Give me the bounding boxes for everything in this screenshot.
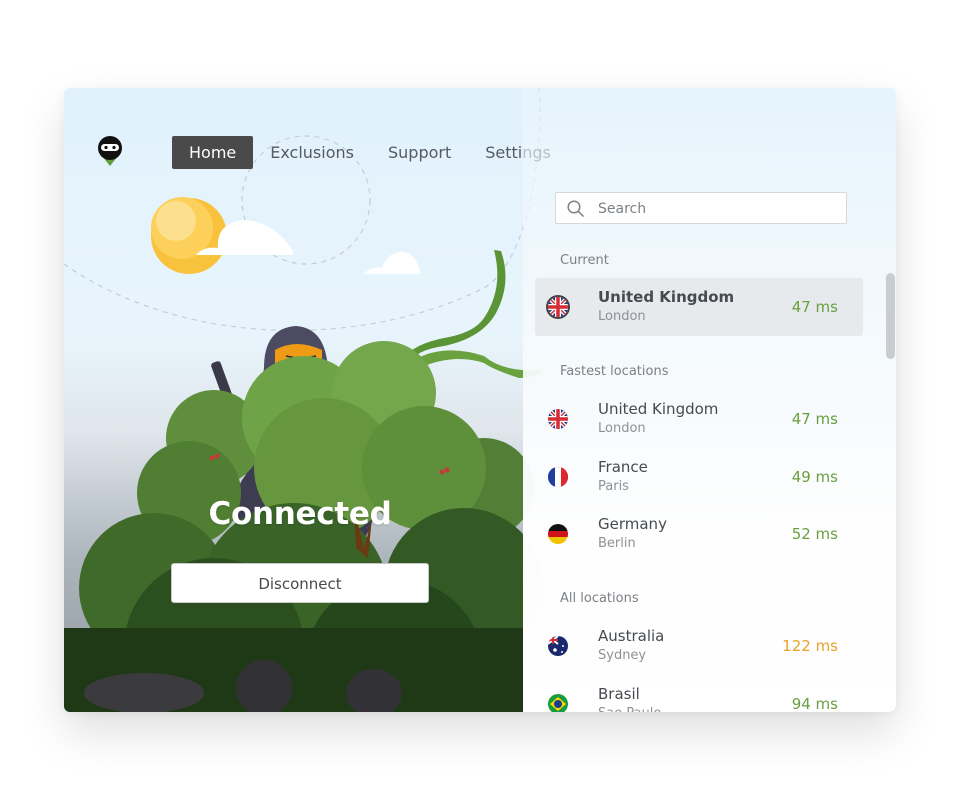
disconnect-button[interactable]: Disconnect: [171, 563, 429, 603]
tab-home[interactable]: Home: [172, 136, 254, 169]
cloud-icon: [196, 220, 421, 274]
uk-flag-icon: [548, 409, 568, 429]
tab-exclusions[interactable]: Exclusions: [253, 136, 371, 169]
nav-tabs: Home Exclusions Support Settings: [172, 136, 568, 169]
australia-flag-icon: [548, 636, 568, 656]
location-item[interactable]: Germany Berlin 52 ms: [535, 505, 863, 563]
search-input[interactable]: [596, 193, 840, 225]
location-country: Germany: [598, 515, 667, 533]
location-item[interactable]: Brasil Sao Paulo 94 ms: [535, 675, 863, 712]
location-item[interactable]: France Paris 49 ms: [535, 448, 863, 506]
location-panel: Current United Kingdom London 47 ms Fast…: [523, 88, 896, 712]
location-ping: 94 ms: [791, 695, 838, 712]
vpn-app-window: Home Exclusions Support Settings Connect…: [64, 88, 896, 712]
brazil-flag-icon: [548, 694, 568, 712]
location-country: Brasil: [598, 685, 640, 703]
location-item[interactable]: Australia Sydney 122 ms: [535, 617, 863, 675]
connection-status: Connected: [208, 496, 392, 532]
search-icon: [567, 200, 585, 218]
vine: [404, 250, 506, 363]
location-list-scrollbar[interactable]: [886, 273, 895, 359]
top-navigation: Home Exclusions Support Settings: [64, 88, 584, 188]
search-box[interactable]: [555, 192, 847, 225]
location-ping: 49 ms: [791, 468, 838, 486]
france-flag-icon: [548, 467, 568, 487]
location-ping: 47 ms: [791, 410, 838, 428]
location-country: Australia: [598, 627, 665, 645]
tab-support[interactable]: Support: [371, 136, 468, 169]
location-ping: 122 ms: [782, 637, 838, 655]
location-item[interactable]: United Kingdom London 47 ms: [535, 390, 863, 448]
location-city: Sao Paulo: [598, 706, 661, 712]
location-city: London: [598, 309, 646, 324]
section-all-label: All locations: [560, 591, 639, 606]
location-city: Paris: [598, 479, 629, 494]
current-location[interactable]: United Kingdom London 47 ms: [535, 278, 863, 336]
location-ping: 47 ms: [791, 298, 838, 316]
uk-flag-icon: [548, 297, 568, 317]
location-ping: 52 ms: [791, 525, 838, 543]
section-current-label: Current: [560, 253, 609, 268]
sun-icon: [151, 197, 227, 274]
section-fastest-label: Fastest locations: [560, 364, 669, 379]
location-country: United Kingdom: [598, 400, 719, 418]
location-city: London: [598, 421, 646, 436]
location-country: United Kingdom: [598, 288, 735, 306]
location-country: France: [598, 458, 648, 476]
location-city: Sydney: [598, 648, 647, 663]
ninja-logo-icon[interactable]: [96, 134, 124, 170]
germany-flag-icon: [548, 524, 568, 544]
location-city: Berlin: [598, 536, 636, 551]
